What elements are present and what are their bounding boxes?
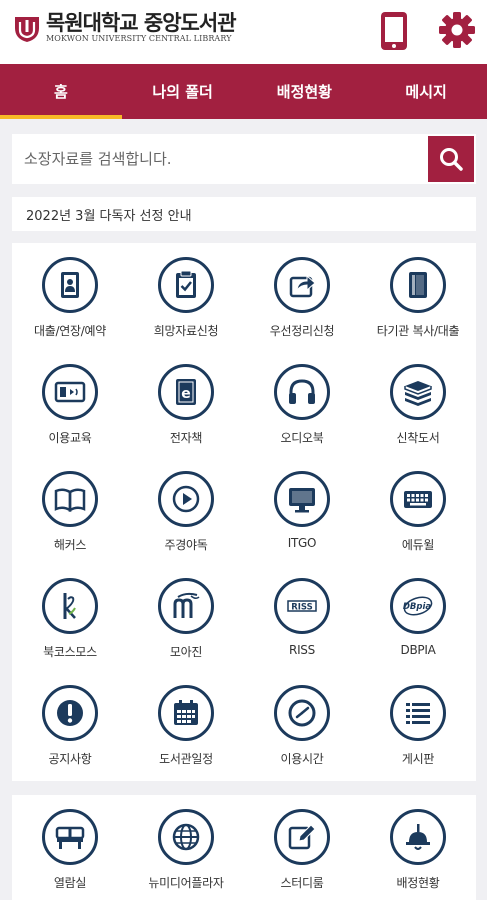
reading-room-icon (55, 826, 85, 849)
bookcosmos-logo-icon (63, 593, 76, 619)
menu-item-label: 신착도서 (396, 431, 440, 445)
menu-item-label: 게시판 (401, 752, 435, 766)
book-icon (409, 272, 427, 298)
menu-item-label: 대출/연장/예약 (34, 324, 106, 338)
dbpia-logo-icon: DBpia (403, 596, 433, 616)
menu-item-label: ITGO (287, 536, 317, 550)
main-tab-bar: 홈 나의 폴더 배정현황 메시지 (0, 64, 487, 119)
menu-item-label: 열람실 (53, 876, 87, 890)
headphones-icon (289, 379, 315, 404)
monitor-icon (289, 488, 315, 513)
contact-book-icon (61, 272, 79, 298)
menu-item-riss[interactable]: RISS RISS (244, 578, 360, 685)
moazine-logo-icon (173, 592, 200, 618)
search-icon (440, 148, 463, 171)
menu-item-hackers[interactable]: 해커스 (12, 471, 128, 578)
svg-text:e: e (181, 386, 191, 402)
menu-item-label: 우선정리신청 (269, 324, 335, 338)
notice-banner[interactable]: 2022년 3월 다독자 선정 안내 (12, 197, 476, 231)
search-bar (12, 134, 476, 184)
library-logo[interactable]: 목원대학교 중앙도서관 MOKWON UNIVERSITY CENTRAL LI… (12, 11, 237, 44)
menu-item-label: 에듀윌 (401, 538, 435, 552)
menu-item-notices[interactable]: 공지사항 (12, 685, 128, 792)
menu-item-dbpia[interactable]: DBpia DBPIA (360, 578, 476, 685)
menu-item-new-books[interactable]: 신착도서 (360, 364, 476, 471)
menu-item-label: 타기관 복사/대출 (376, 324, 460, 338)
menu-item-ebook[interactable]: e 전자책 (128, 364, 244, 471)
menu-item-bulletin-board[interactable]: 게시판 (360, 685, 476, 792)
search-button[interactable] (428, 136, 474, 182)
tab-home[interactable]: 홈 (0, 64, 122, 119)
menu-item-study-room[interactable]: 스터디룸 (244, 809, 360, 891)
menu-panel: 대출/연장/예약 희망자료신청 우선정리신청 타기관 복사/대출 이용교육 e … (12, 243, 476, 781)
lamp-icon (406, 824, 430, 850)
menu-item-library-schedule[interactable]: 도서관일정 (128, 685, 244, 792)
clock-icon (288, 699, 316, 727)
menu-item-label: 이용시간 (280, 752, 324, 766)
menu-item-label: 해커스 (53, 538, 87, 552)
list-icon (406, 703, 430, 724)
menu-item-itgo[interactable]: ITGO (244, 471, 360, 578)
keyboard-icon (404, 491, 432, 508)
ebook-icon: e (176, 379, 196, 405)
tab-my-folder[interactable]: 나의 폴더 (122, 64, 244, 119)
checklist-icon (176, 270, 196, 298)
menu-item-interlibrary-loan[interactable]: 타기관 복사/대출 (360, 257, 476, 364)
menu-item-label: 공지사항 (48, 752, 92, 766)
menu-item-label: 북코스모스 (43, 645, 97, 659)
video-screen-icon (54, 381, 86, 403)
menu-item-user-education[interactable]: 이용교육 (12, 364, 128, 471)
menu-item-label: 모아진 (169, 645, 203, 659)
menu-item-label: 배정현황 (396, 876, 440, 890)
menu-item-moazine[interactable]: 모아진 (128, 578, 244, 685)
share-arrow-icon (289, 274, 316, 298)
globe-icon (172, 823, 200, 851)
menu-item-loan-renew-reserve[interactable]: 대출/연장/예약 (12, 257, 128, 364)
exclamation-icon (57, 700, 83, 726)
menu-item-new-media-plaza[interactable]: 뉴미디어플라자 (128, 809, 244, 891)
tab-assignment-status[interactable]: 배정현황 (244, 64, 366, 119)
menu-item-priority-processing[interactable]: 우선정리신청 (244, 257, 360, 364)
menu-item-label: 스터디룸 (280, 876, 324, 890)
menu-item-opening-hours[interactable]: 이용시간 (244, 685, 360, 792)
menu-item-label: 뉴미디어플라자 (148, 876, 224, 890)
logo-subtitle: MOKWON UNIVERSITY CENTRAL LIBRARY (46, 34, 232, 43)
menu-item-purchase-request[interactable]: 희망자료신청 (128, 257, 244, 364)
menu-item-label: 오디오북 (280, 431, 324, 445)
menu-item-reading-room[interactable]: 열람실 (12, 809, 128, 891)
menu-item-label: RISS (289, 643, 315, 657)
app-header: 목원대학교 중앙도서관 MOKWON UNIVERSITY CENTRAL LI… (0, 0, 487, 64)
menu-item-label: 주경야독 (164, 538, 208, 552)
menu-item-label: DBPIA (400, 643, 436, 657)
edit-icon (288, 824, 316, 850)
svg-text:RISS: RISS (291, 603, 313, 613)
svg-text:DBpia: DBpia (403, 602, 432, 612)
gear-icon[interactable] (437, 10, 477, 50)
calendar-icon (174, 700, 198, 725)
menu-item-label: 전자책 (169, 431, 203, 445)
menu-item-label: 희망자료신청 (153, 324, 219, 338)
menu-item-bookcosmos[interactable]: 북코스모스 (12, 578, 128, 685)
menu-item-audiobook[interactable]: 오디오북 (244, 364, 360, 471)
menu-item-seat-assignment[interactable]: 배정현황 (360, 809, 476, 891)
open-book-icon (54, 488, 86, 513)
search-input[interactable] (12, 134, 426, 184)
menu-item-jugyeongyadok[interactable]: 주경야독 (128, 471, 244, 578)
menu-item-eduwill[interactable]: 에듀윌 (360, 471, 476, 578)
menu-item-label: 도서관일정 (159, 752, 213, 766)
book-stack-icon (404, 381, 432, 406)
menu-item-label: 이용교육 (48, 431, 92, 445)
logo-title: 목원대학교 중앙도서관 (46, 11, 237, 35)
tab-messages[interactable]: 메시지 (365, 64, 487, 119)
play-icon (172, 485, 200, 513)
facility-panel: 열람실 뉴미디어플라자 스터디룸 배정현황 (12, 795, 476, 900)
riss-logo-icon: RISS (287, 600, 317, 613)
mobile-id-icon[interactable] (378, 10, 410, 52)
university-emblem-icon (15, 17, 39, 42)
